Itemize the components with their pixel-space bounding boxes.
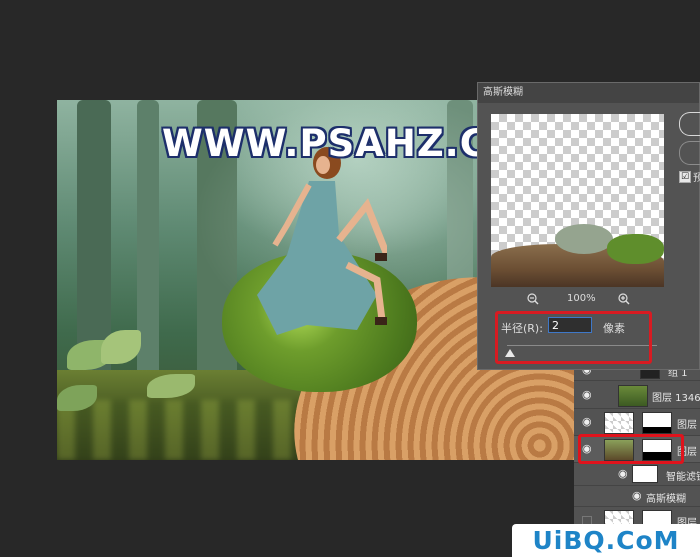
smart-filter-row[interactable]: ◉ 智能滤镜: [574, 463, 700, 486]
cancel-button[interactable]: [679, 141, 700, 165]
filter-name: 高斯模糊: [646, 494, 686, 505]
layer-row[interactable]: ◉ 图层 13464: [574, 382, 700, 409]
eye-icon[interactable]: ◉: [582, 389, 594, 401]
dialog-title: 高斯模糊: [478, 83, 699, 103]
preview-checkbox-label: 预: [693, 173, 700, 184]
filter-preview[interactable]: [491, 114, 664, 287]
zoom-in-icon[interactable]: [618, 293, 630, 305]
layer-mask-thumbnail: [642, 412, 672, 434]
layer-row[interactable]: ◉ 图层: [574, 409, 700, 436]
preview-checkbox[interactable]: ☑: [679, 171, 691, 183]
preview-moss: [607, 234, 664, 264]
woman-dress: [257, 181, 377, 335]
layer-name: 图层 13464: [652, 393, 700, 404]
eye-icon[interactable]: ◉: [632, 490, 644, 502]
preview-zoom-bar: 100%: [491, 291, 664, 307]
layer-thumbnail: [618, 385, 648, 407]
filter-mask-thumbnail: [632, 465, 658, 483]
gaussian-blur-dialog[interactable]: 高斯模糊 100% 半径(R): 像素 ☑ 预: [477, 82, 700, 370]
smart-filter-label: 智能滤镜: [666, 472, 700, 483]
selected-layer-highlight: [578, 434, 684, 464]
filter-row[interactable]: ◉ 高斯模糊: [574, 486, 700, 507]
woman-shoe: [375, 317, 387, 325]
preview-stone: [555, 224, 613, 254]
layer-thumbnail: [604, 412, 634, 434]
zoom-level: 100%: [567, 293, 596, 304]
watermark-text: WWW.PSAHZ.CO: [162, 122, 521, 165]
eye-icon[interactable]: ◉: [618, 468, 630, 480]
layer-name: 图层: [677, 420, 697, 431]
zoom-out-icon[interactable]: [527, 293, 539, 305]
woman-figure: [257, 147, 387, 335]
eye-icon[interactable]: ◉: [582, 416, 594, 428]
radius-highlight: [495, 311, 652, 364]
woman-shoe: [375, 253, 387, 261]
site-watermark-badge: UiBQ.CoM: [512, 524, 700, 557]
ok-button[interactable]: [679, 112, 700, 136]
